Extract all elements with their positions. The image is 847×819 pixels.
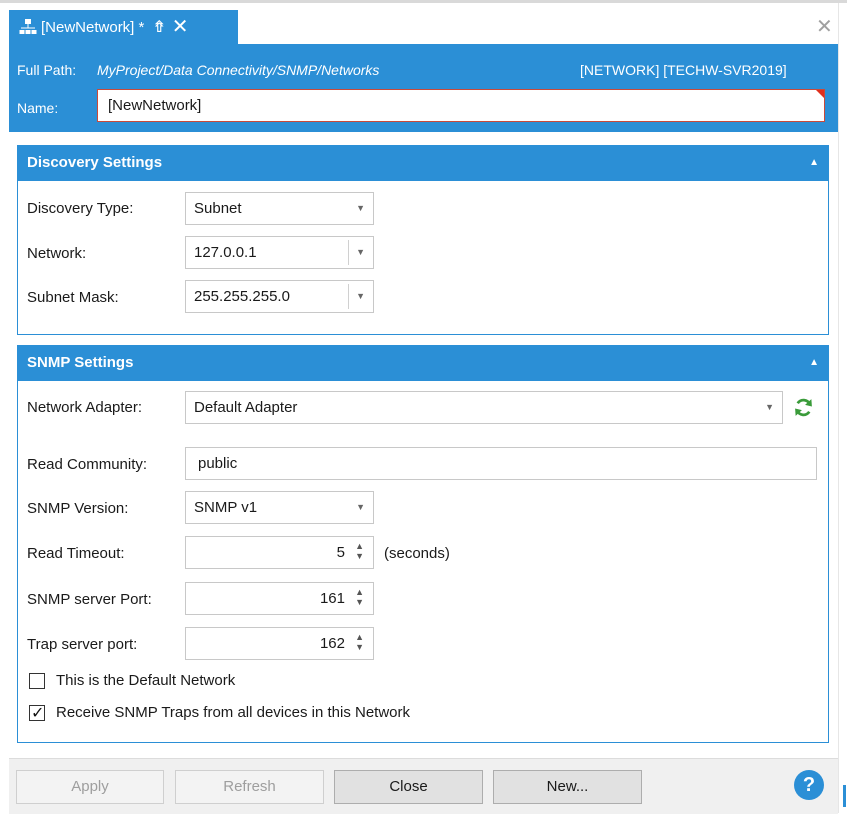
snmp-port-value: 161 xyxy=(319,590,345,607)
name-label: Name: xyxy=(17,100,59,116)
trap-port-label: Trap server port: xyxy=(27,636,138,653)
collapse-icon[interactable]: ▲ xyxy=(809,145,819,181)
apply-button[interactable]: Apply xyxy=(16,770,164,804)
read-timeout-stepper[interactable]: 5 ▲ ▼ xyxy=(185,536,374,569)
network-label: Network: xyxy=(27,245,87,262)
document-tab[interactable]: [NewNetwork] * ⇮ ✕ xyxy=(9,10,238,44)
snmp-settings-header[interactable]: SNMP Settings ▲ xyxy=(17,345,829,381)
checkmark-icon: ✓ xyxy=(31,705,45,722)
network-adapter-value: Default Adapter xyxy=(194,399,298,416)
network-combo[interactable]: 127.0.0.1 ▼ xyxy=(185,236,374,269)
trap-port-stepper[interactable]: 162 ▲ ▼ xyxy=(185,627,374,660)
close-button[interactable]: Close xyxy=(334,770,483,804)
tab-close-icon[interactable]: ✕ xyxy=(172,17,189,37)
read-community-label: Read Community: xyxy=(27,456,148,473)
refresh-icon[interactable] xyxy=(793,397,814,418)
trap-port-value: 162 xyxy=(319,635,345,652)
discovery-settings-header[interactable]: Discovery Settings ▲ xyxy=(17,145,829,181)
tab-title: [NewNetwork] * xyxy=(41,18,145,36)
right-edge xyxy=(838,3,839,813)
network-adapter-select[interactable]: Default Adapter ▼ xyxy=(185,391,783,424)
snmp-version-label: SNMP Version: xyxy=(27,500,129,517)
full-path-label: Full Path: xyxy=(17,62,77,78)
dropdown-arrow-icon: ▼ xyxy=(356,502,365,512)
discovery-type-label: Discovery Type: xyxy=(27,200,134,217)
name-field[interactable]: [NewNetwork] xyxy=(97,89,825,122)
dropdown-arrow-icon: ▼ xyxy=(765,402,774,412)
discovery-type-select[interactable]: Subnet ▼ xyxy=(185,192,374,225)
snmp-version-value: SNMP v1 xyxy=(194,499,258,516)
receive-traps-checkbox[interactable]: ✓ xyxy=(29,705,45,722)
timeout-unit: (seconds) xyxy=(384,545,450,562)
dropdown-arrow-icon[interactable]: ▼ xyxy=(356,237,365,268)
full-path-value: MyProject/Data Connectivity/SNMP/Network… xyxy=(97,62,380,78)
snmp-settings-title: SNMP Settings xyxy=(27,354,134,371)
read-timeout-value: 5 xyxy=(336,544,345,561)
discovery-type-value: Subnet xyxy=(194,200,242,217)
receive-traps-label: Receive SNMP Traps from all devices in t… xyxy=(56,704,411,721)
read-timeout-label: Read Timeout: xyxy=(27,545,125,562)
resize-marker xyxy=(843,785,846,807)
new-button[interactable]: New... xyxy=(493,770,642,804)
network-adapter-label: Network Adapter: xyxy=(27,399,143,416)
default-network-label: This is the Default Network xyxy=(56,672,236,689)
snmp-port-stepper[interactable]: 161 ▲ ▼ xyxy=(185,582,374,615)
discovery-settings-title: Discovery Settings xyxy=(27,154,163,171)
spin-arrows-icon[interactable]: ▲ ▼ xyxy=(355,632,364,652)
object-info: [NETWORK] [TECHW-SVR2019] xyxy=(580,62,787,78)
dropdown-arrow-icon: ▼ xyxy=(356,203,365,213)
dropdown-arrow-icon[interactable]: ▼ xyxy=(356,281,365,312)
read-community-input[interactable]: public xyxy=(185,447,817,480)
close-window-icon[interactable]: ✕ xyxy=(816,14,833,39)
default-network-checkbox[interactable] xyxy=(29,673,45,689)
spin-arrows-icon[interactable]: ▲ ▼ xyxy=(355,587,364,607)
subnet-mask-value: 255.255.255.0 xyxy=(194,288,290,305)
collapse-icon[interactable]: ▲ xyxy=(809,345,819,381)
refresh-button[interactable]: Refresh xyxy=(175,770,324,804)
snmp-version-select[interactable]: SNMP v1 ▼ xyxy=(185,491,374,524)
network-icon xyxy=(19,19,37,34)
pin-up-icon[interactable]: ⇮ xyxy=(152,17,165,37)
network-value: 127.0.0.1 xyxy=(194,244,257,261)
help-icon[interactable]: ? xyxy=(794,770,824,800)
subnet-mask-label: Subnet Mask: xyxy=(27,289,119,306)
snmp-port-label: SNMP server Port: xyxy=(27,591,152,608)
spin-arrows-icon[interactable]: ▲ ▼ xyxy=(355,541,364,561)
subnet-mask-combo[interactable]: 255.255.255.0 ▼ xyxy=(185,280,374,313)
